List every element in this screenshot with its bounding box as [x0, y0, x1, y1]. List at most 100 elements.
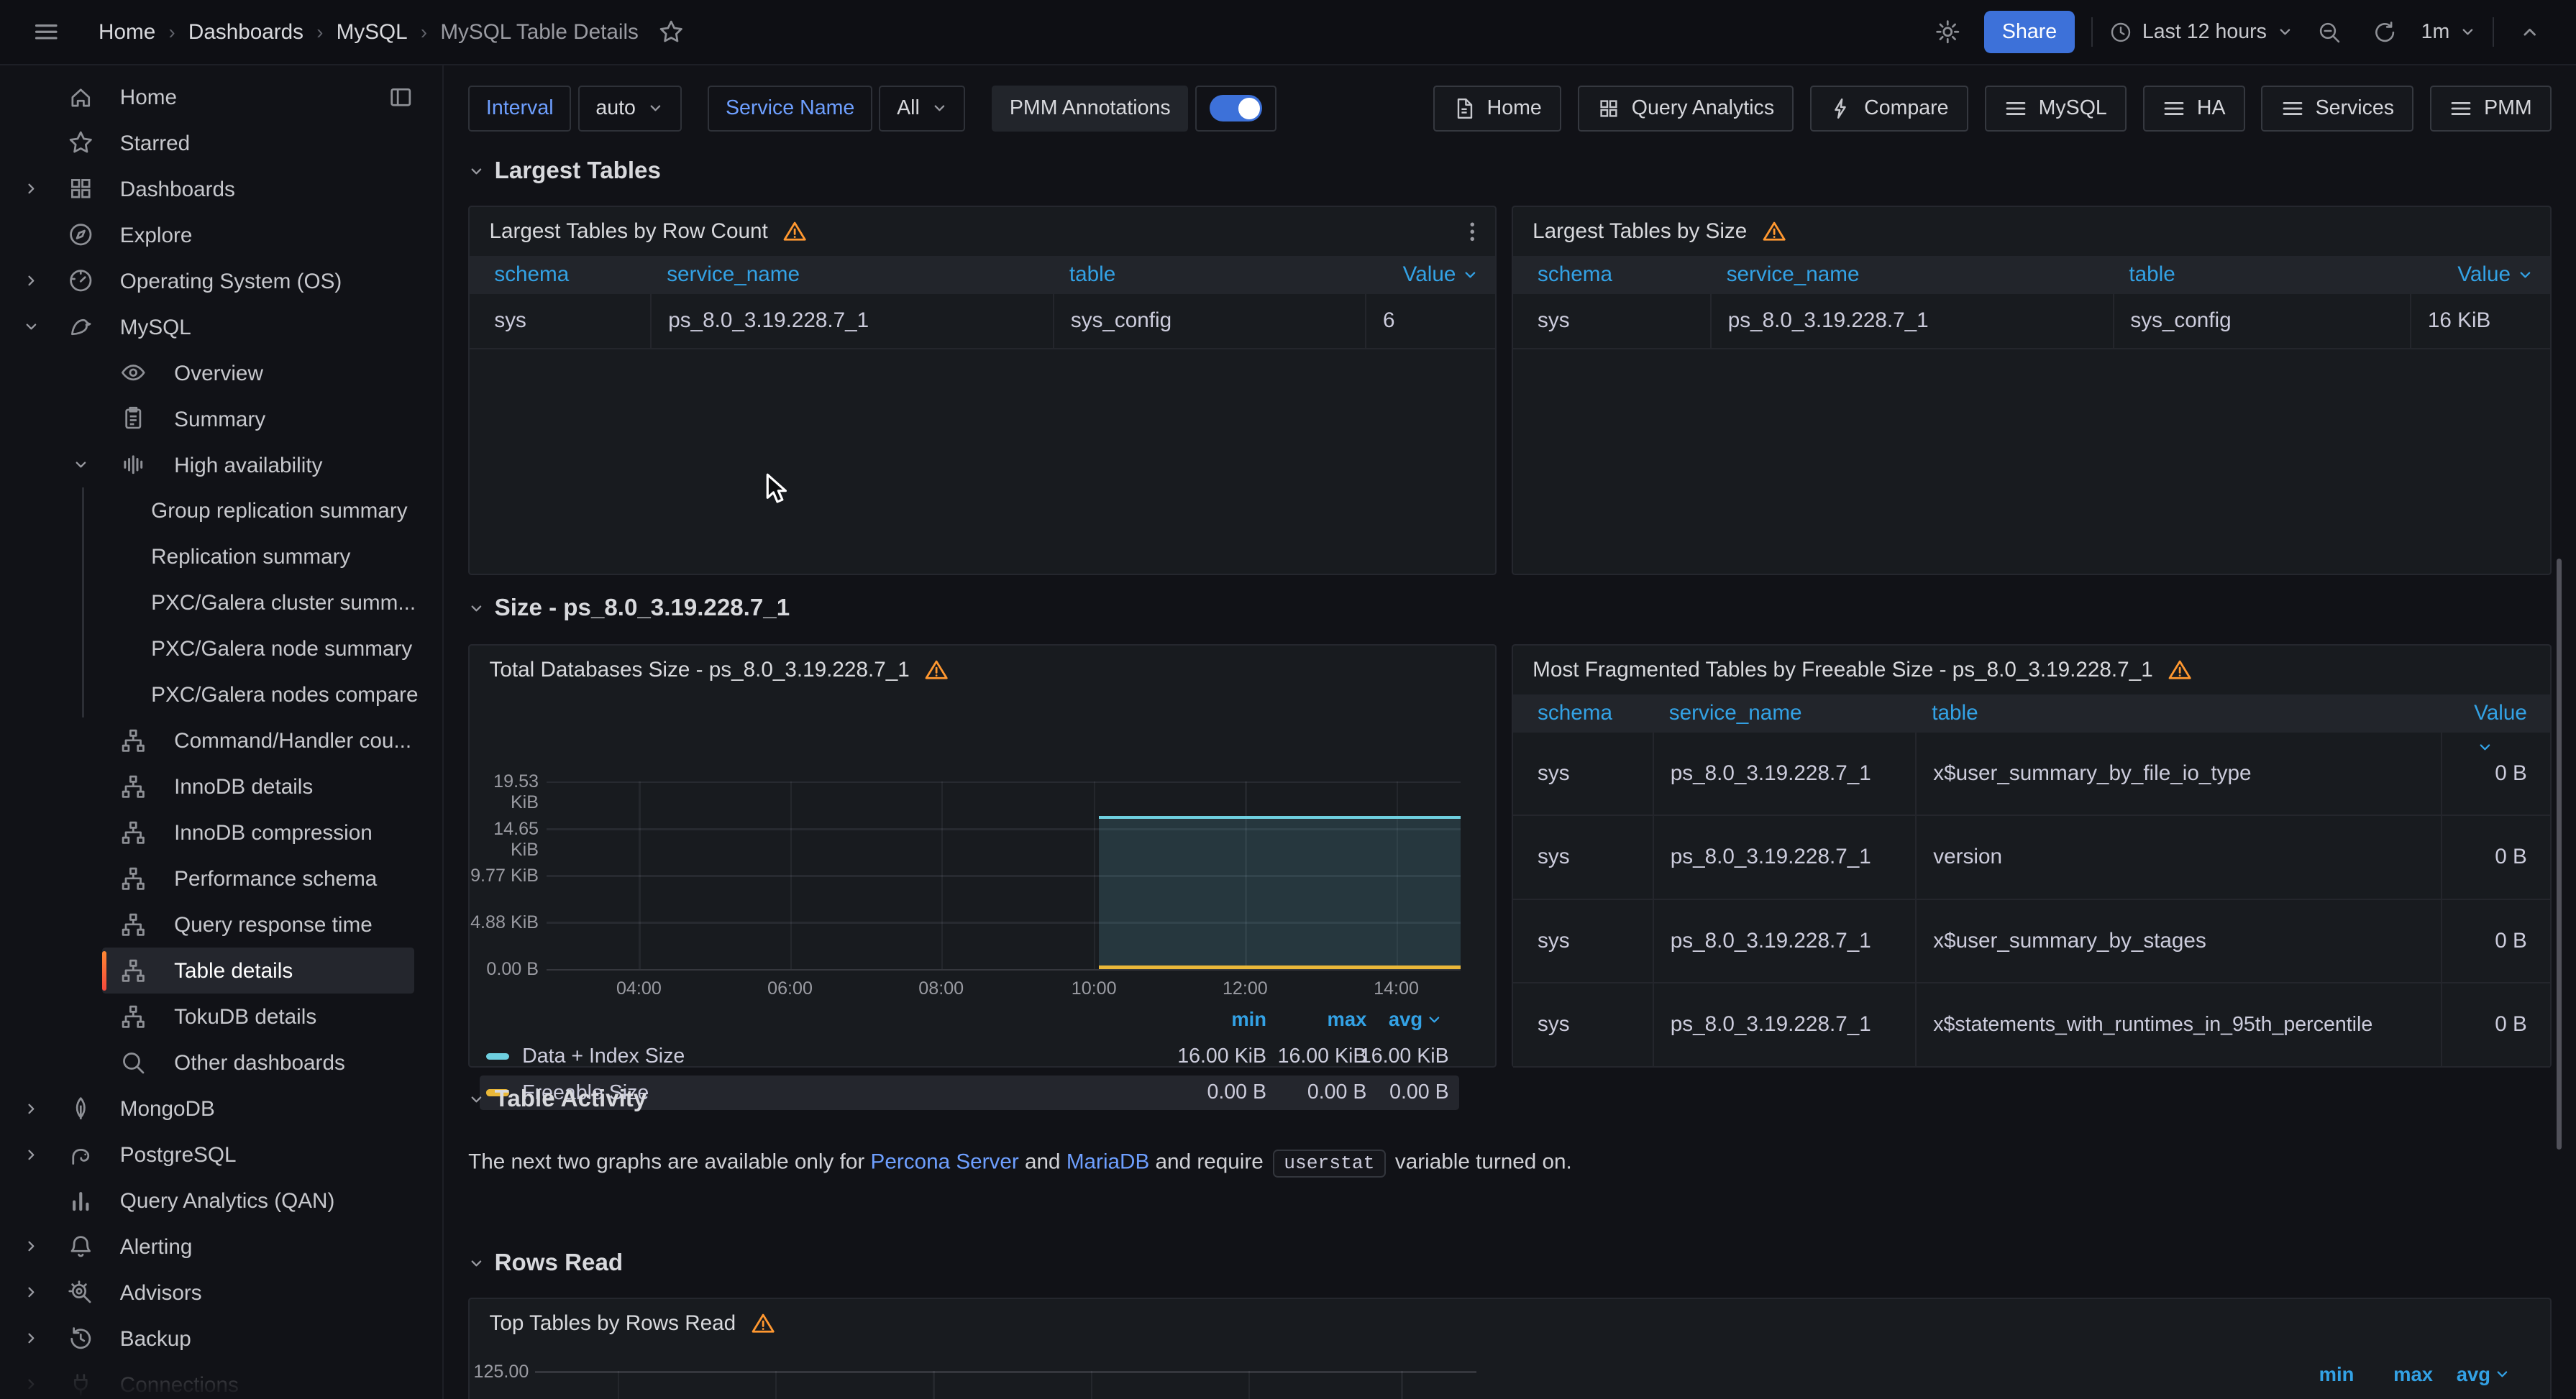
- table-row[interactable]: sys ps_8.0_3.19.228.7_1 x$user_summary_b…: [1513, 900, 2550, 984]
- column-header-schema[interactable]: schema: [470, 262, 650, 287]
- warning-icon[interactable]: [2168, 658, 2192, 682]
- chevron-down-icon[interactable]: [73, 457, 89, 473]
- chevron-right-icon[interactable]: [23, 1101, 40, 1117]
- section-rows-read[interactable]: Rows Read: [468, 1249, 623, 1277]
- sidebar-item-mysql[interactable]: MySQL: [0, 304, 444, 350]
- sidebar-item-overview[interactable]: Overview: [0, 350, 444, 396]
- chevron-right-icon[interactable]: [23, 272, 40, 289]
- favorite-star-icon[interactable]: [652, 12, 691, 52]
- time-range-picker[interactable]: Last 12 hours: [2109, 20, 2293, 44]
- legend-col-min[interactable]: min: [2285, 1363, 2354, 1386]
- breadcrumb-home[interactable]: Home: [99, 20, 155, 45]
- sidebar-item-table-details[interactable]: Table details: [0, 948, 444, 994]
- sidebar-item-command-handler-counters[interactable]: Command/Handler cou...: [0, 717, 444, 763]
- warning-icon[interactable]: [1762, 219, 1786, 244]
- share-button[interactable]: Share: [1984, 11, 2075, 53]
- warning-icon[interactable]: [751, 1311, 775, 1336]
- column-header-service-name[interactable]: service_name: [1653, 701, 1916, 725]
- chevron-right-icon[interactable]: [23, 1376, 40, 1393]
- panel-header[interactable]: Most Fragmented Tables by Freeable Size …: [1513, 646, 2550, 695]
- service-name-variable-value[interactable]: All: [879, 86, 965, 132]
- percona-server-link[interactable]: Percona Server: [871, 1150, 1019, 1173]
- table-row[interactable]: sys ps_8.0_3.19.228.7_1 sys_config 16 Ki…: [1513, 294, 2550, 350]
- services-link-button[interactable]: Services: [2261, 86, 2413, 132]
- sidebar-item-pxc-galera-node-summary[interactable]: PXC/Galera node summary: [0, 625, 444, 671]
- legend-col-max[interactable]: max: [1297, 1008, 1366, 1031]
- chevron-right-icon[interactable]: [23, 1147, 40, 1163]
- column-header-schema[interactable]: schema: [1513, 262, 1710, 287]
- table-row[interactable]: sys ps_8.0_3.19.228.7_1 x$statements_wit…: [1513, 983, 2550, 1068]
- interval-variable-label[interactable]: Interval: [468, 86, 571, 132]
- breadcrumb-mysql[interactable]: MySQL: [337, 20, 408, 45]
- section-table-activity[interactable]: Table Activity: [468, 1086, 647, 1113]
- breadcrumb-dashboards[interactable]: Dashboards: [188, 20, 303, 45]
- column-header-service-name[interactable]: service_name: [650, 262, 1053, 287]
- section-size[interactable]: Size - ps_8.0_3.19.228.7_1: [468, 595, 790, 622]
- column-header-value[interactable]: Value: [2410, 262, 2550, 287]
- legend-col-avg[interactable]: avg: [1374, 1008, 1443, 1031]
- sidebar-item-query-analytics[interactable]: Query Analytics (QAN): [0, 1178, 444, 1224]
- home-link-button[interactable]: Home: [1433, 86, 1561, 132]
- sidebar-item-other-dashboards[interactable]: Other dashboards: [0, 1040, 444, 1086]
- chevron-right-icon[interactable]: [23, 1284, 40, 1301]
- sidebar-item-innodb-compression[interactable]: InnoDB compression: [0, 809, 444, 856]
- service-name-variable-label[interactable]: Service Name: [708, 86, 872, 132]
- sort-desc-chevron-icon[interactable]: [2442, 739, 2526, 756]
- column-header-service-name[interactable]: service_name: [1710, 262, 2113, 287]
- pmm-annotations-toggle[interactable]: [1195, 86, 1277, 132]
- sidebar-item-performance-schema[interactable]: Performance schema: [0, 856, 444, 902]
- ha-link-button[interactable]: HA: [2143, 86, 2245, 132]
- collapse-topbar-caret-icon[interactable]: [2511, 12, 2550, 52]
- dock-sidebar-icon[interactable]: [388, 84, 414, 111]
- sidebar-item-postgresql[interactable]: PostgreSQL: [0, 1132, 444, 1178]
- page-scrollbar[interactable]: [2557, 559, 2562, 1150]
- query-analytics-link-button[interactable]: Query Analytics: [1578, 86, 1794, 132]
- sidebar-item-explore[interactable]: Explore: [0, 212, 444, 258]
- sidebar-item-tokudb-details[interactable]: TokuDB details: [0, 994, 444, 1040]
- column-header-table[interactable]: table: [1915, 701, 2441, 725]
- column-header-table[interactable]: table: [1053, 262, 1365, 287]
- chevron-right-icon[interactable]: [23, 1330, 40, 1347]
- compare-link-button[interactable]: Compare: [1810, 86, 1968, 132]
- zoom-out-time-icon[interactable]: [2309, 12, 2349, 52]
- section-largest-tables[interactable]: Largest Tables: [468, 157, 661, 185]
- toggle-on-switch[interactable]: [1210, 95, 1262, 121]
- sidebar-item-group-replication-summary[interactable]: Group replication summary: [0, 487, 444, 533]
- warning-icon[interactable]: [782, 219, 807, 244]
- panel-header[interactable]: Largest Tables by Size: [1513, 207, 2550, 257]
- panel-header[interactable]: Largest Tables by Row Count: [470, 207, 1495, 257]
- sidebar-item-advisors[interactable]: Advisors: [0, 1270, 444, 1316]
- panel-header[interactable]: Top Tables by Rows Read: [470, 1299, 2550, 1349]
- legend-col-min[interactable]: min: [1197, 1008, 1266, 1031]
- refresh-interval-picker[interactable]: 1m: [2421, 20, 2476, 44]
- sidebar-item-mongodb[interactable]: MongoDB: [0, 1086, 444, 1132]
- pmm-link-button[interactable]: PMM: [2430, 86, 2552, 132]
- refresh-icon[interactable]: [2365, 12, 2405, 52]
- mariadb-link[interactable]: MariaDB: [1067, 1150, 1149, 1173]
- sidebar-item-pxc-galera-cluster-summary[interactable]: PXC/Galera cluster summ...: [0, 579, 444, 625]
- chevron-right-icon[interactable]: [23, 1238, 40, 1254]
- sidebar-item-query-response-time[interactable]: Query response time: [0, 902, 444, 948]
- table-row[interactable]: sys ps_8.0_3.19.228.7_1 version 0 B: [1513, 816, 2550, 900]
- chevron-right-icon[interactable]: [23, 180, 40, 197]
- sidebar-item-dashboards[interactable]: Dashboards: [0, 166, 444, 212]
- table-row[interactable]: sys ps_8.0_3.19.228.7_1 sys_config 6: [470, 294, 1495, 350]
- sidebar-item-alerting[interactable]: Alerting: [0, 1224, 444, 1270]
- sidebar-item-high-availability[interactable]: High availability: [0, 442, 444, 488]
- legend-col-avg[interactable]: avg: [2434, 1363, 2510, 1386]
- legend-col-max[interactable]: max: [2364, 1363, 2433, 1386]
- hamburger-menu-icon[interactable]: [27, 12, 66, 52]
- sidebar-item-innodb-details[interactable]: InnoDB details: [0, 763, 444, 809]
- column-header-value[interactable]: Value: [2441, 701, 2549, 725]
- table-row[interactable]: sys ps_8.0_3.19.228.7_1 x$user_summary_b…: [1513, 733, 2550, 817]
- sidebar-item-operating-system[interactable]: Operating System (OS): [0, 258, 444, 304]
- sidebar-item-summary[interactable]: Summary: [0, 396, 444, 442]
- sidebar-item-replication-summary[interactable]: Replication summary: [0, 533, 444, 579]
- column-header-schema[interactable]: schema: [1513, 701, 1653, 725]
- sidebar-item-connections[interactable]: Connections: [0, 1362, 444, 1399]
- sidebar-item-starred[interactable]: Starred: [0, 120, 444, 166]
- column-header-value[interactable]: Value: [1365, 262, 1495, 287]
- column-header-table[interactable]: table: [2113, 262, 2410, 287]
- chevron-down-icon[interactable]: [23, 318, 40, 335]
- mysql-link-button[interactable]: MySQL: [1985, 86, 2127, 132]
